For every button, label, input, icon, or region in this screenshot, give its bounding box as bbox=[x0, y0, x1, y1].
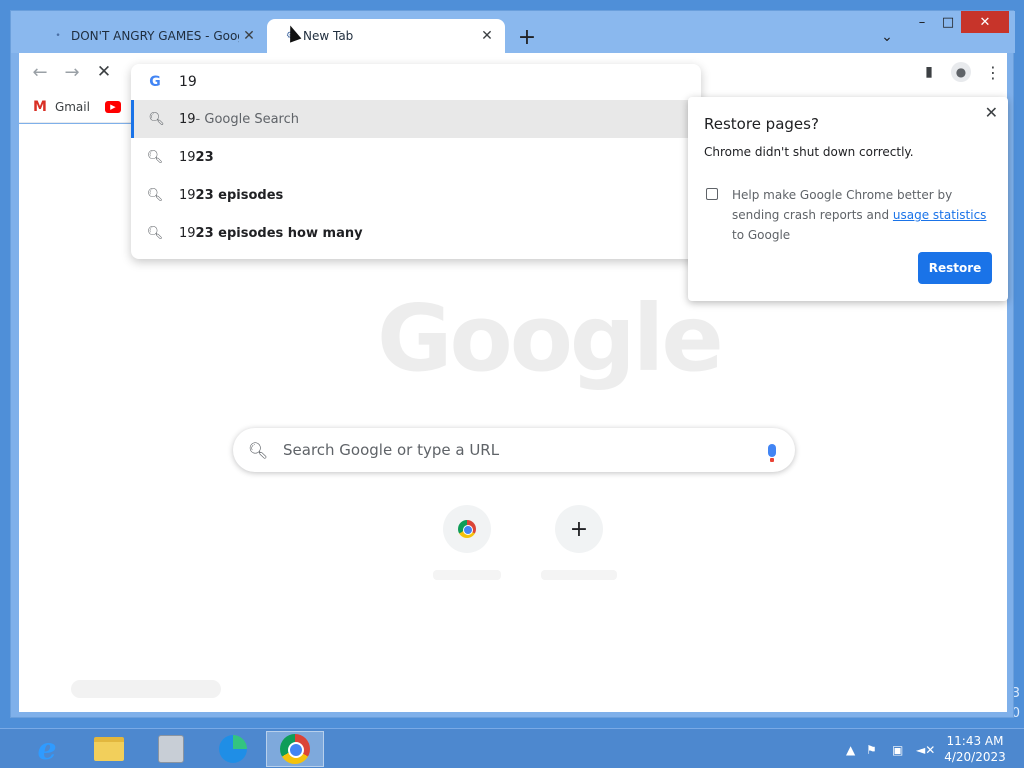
new-tab-button[interactable]: + bbox=[515, 25, 539, 50]
checkbox-label: Help make Google Chrome better by sendin… bbox=[732, 185, 994, 245]
profile-avatar-icon[interactable]: ● bbox=[949, 60, 973, 84]
restore-button[interactable]: Restore bbox=[918, 252, 992, 284]
microphone-icon[interactable] bbox=[749, 443, 795, 462]
tab-strip: • DON'T ANGRY GAMES - Google ✕ ⚙ New Tab… bbox=[11, 11, 1015, 53]
back-arrow-icon[interactable]: ← bbox=[27, 59, 53, 85]
chrome-icon bbox=[280, 734, 310, 764]
tab-close-icon[interactable]: ✕ bbox=[239, 26, 259, 46]
google-g-icon: G bbox=[149, 74, 161, 90]
internet-explorer-icon: e bbox=[37, 731, 57, 767]
action-center-flag-icon[interactable]: ⚑ bbox=[866, 741, 877, 759]
suggestion-text: 19 bbox=[179, 187, 196, 203]
youtube-icon: ▶ bbox=[105, 101, 121, 113]
tab-title: New Tab bbox=[303, 29, 354, 43]
taskbar-control-panel[interactable] bbox=[142, 731, 200, 767]
suggestion-completion: 23 episodes how many bbox=[195, 225, 363, 241]
loading-favicon-icon: • bbox=[55, 31, 61, 41]
bookmark-youtube[interactable]: ▶ bbox=[105, 97, 121, 117]
taskbar-chrome[interactable] bbox=[266, 731, 324, 767]
address-bar-input[interactable] bbox=[179, 74, 579, 90]
taskbar: e ▲ ⚑ ▣ ◄✕ 11:43 AM 4/20/2023 bbox=[0, 728, 1024, 768]
suggestion-text: 19 bbox=[179, 111, 196, 127]
dialog-title: Restore pages? bbox=[704, 115, 819, 133]
dialog-message: Chrome didn't shut down correctly. bbox=[704, 145, 914, 159]
clock-date: 4/20/2023 bbox=[944, 750, 1006, 764]
chrome-window: • DON'T ANGRY GAMES - Google ✕ ⚙ New Tab… bbox=[10, 10, 1015, 718]
volume-muted-icon[interactable]: ◄✕ bbox=[916, 741, 935, 759]
person-icon: ● bbox=[951, 62, 971, 82]
restore-pages-dialog: Restore pages? ✕ Chrome didn't shut down… bbox=[688, 97, 1008, 301]
side-panel-icon[interactable]: ▮ bbox=[917, 60, 941, 84]
chrome-web-store-icon bbox=[458, 520, 476, 538]
search-icon: 🔍︎ bbox=[247, 440, 269, 460]
network-icon[interactable]: ▣ bbox=[892, 741, 903, 759]
system-clock[interactable]: 11:43 AM 4/20/2023 bbox=[940, 733, 1010, 765]
bookmark-gmail[interactable]: M Gmail bbox=[33, 97, 90, 117]
show-hidden-icons-icon[interactable]: ▲ bbox=[846, 741, 855, 759]
suggestion-google-search[interactable]: 🔍︎ 19 - Google Search bbox=[131, 100, 701, 138]
shortcut-label-placeholder bbox=[541, 570, 617, 580]
omnibox-dropdown: G 🔍︎ 19 - Google Search 🔍︎ 1923 🔍︎ 1923 … bbox=[131, 64, 701, 259]
suggestion-text: 19 bbox=[179, 225, 196, 241]
suggestion-text: 19 bbox=[179, 149, 196, 165]
tab-title: DON'T ANGRY GAMES - Google bbox=[71, 29, 239, 43]
crash-reports-checkbox[interactable] bbox=[706, 188, 718, 200]
clock-time: 11:43 AM bbox=[946, 734, 1004, 748]
ntp-search-box[interactable]: 🔍︎ Search Google or type a URL bbox=[233, 428, 795, 472]
shortcut-tile[interactable] bbox=[443, 505, 491, 553]
customize-chrome-placeholder[interactable] bbox=[71, 680, 221, 698]
close-window-button[interactable]: ✕ bbox=[961, 11, 1009, 33]
tab-search-chevron-icon[interactable]: ⌄ bbox=[875, 25, 899, 49]
suggestion-suffix: - Google Search bbox=[195, 111, 300, 127]
taskbar-edge[interactable] bbox=[204, 731, 262, 767]
maximize-button[interactable]: □ bbox=[935, 11, 961, 33]
search-icon: 🔍︎ bbox=[148, 111, 165, 127]
suggestion-1923-episodes-how-many[interactable]: 🔍︎ 19 23 episodes how many bbox=[131, 214, 701, 252]
search-placeholder: Search Google or type a URL bbox=[283, 441, 500, 459]
suggestion-completion: 23 bbox=[195, 149, 214, 165]
search-icon: 🔍︎ bbox=[146, 149, 164, 165]
tab-close-icon[interactable]: ✕ bbox=[477, 26, 497, 46]
google-logo: Google bbox=[377, 285, 724, 392]
menu-kebab-icon[interactable]: ⋮ bbox=[981, 60, 1005, 84]
checkbox-text-end: to Google bbox=[732, 228, 791, 242]
shortcut-label-placeholder bbox=[433, 570, 501, 580]
omnibox-input-row: G bbox=[131, 64, 701, 100]
taskbar-internet-explorer[interactable]: e bbox=[18, 731, 76, 767]
suggestion-1923[interactable]: 🔍︎ 19 23 bbox=[131, 138, 701, 176]
bookmark-label: Gmail bbox=[54, 100, 90, 114]
close-icon[interactable]: ✕ bbox=[985, 103, 998, 122]
folder-icon bbox=[94, 737, 124, 761]
search-icon: 🔍︎ bbox=[146, 187, 164, 203]
taskbar-file-explorer[interactable] bbox=[80, 731, 138, 767]
suggestion-completion: 23 episodes bbox=[195, 187, 284, 203]
usage-statistics-link[interactable]: usage statistics bbox=[893, 208, 987, 222]
tab-dont-angry-games[interactable]: • DON'T ANGRY GAMES - Google ✕ bbox=[35, 19, 267, 53]
suggestion-1923-episodes[interactable]: 🔍︎ 19 23 episodes bbox=[131, 176, 701, 214]
forward-arrow-icon[interactable]: → bbox=[59, 59, 85, 85]
stop-loading-icon[interactable]: ✕ bbox=[91, 59, 117, 85]
tab-new-tab[interactable]: ⚙ New Tab ✕ bbox=[267, 19, 505, 53]
minimize-button[interactable]: – bbox=[909, 11, 935, 33]
search-icon: 🔍︎ bbox=[146, 225, 164, 241]
add-shortcut-button[interactable]: + bbox=[555, 505, 603, 553]
gmail-icon: M bbox=[33, 99, 47, 115]
edge-icon bbox=[219, 735, 247, 763]
control-panel-icon bbox=[158, 735, 184, 763]
